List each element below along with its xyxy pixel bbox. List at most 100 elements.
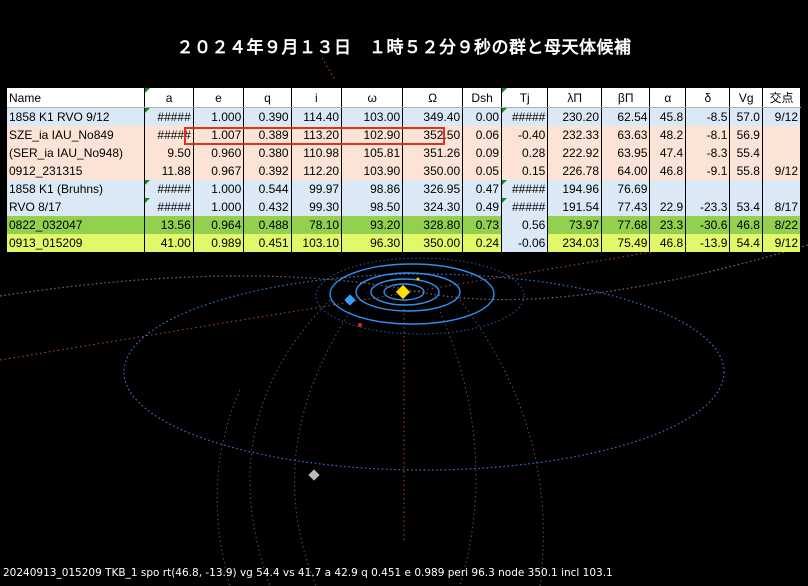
table-cell: 0.56 (501, 216, 549, 234)
table-cell: (SER_ia IAU_No948) (7, 144, 146, 162)
table-cell: 112.20 (291, 162, 343, 180)
table-cell: 73.97 (547, 216, 603, 234)
col-header: α (649, 88, 687, 108)
table-cell: 1858 K1 RVO 9/12 (7, 107, 146, 126)
table-cell: 46.8 (649, 162, 687, 180)
comet-orbit-arcs (216, 299, 544, 586)
table-cell: 1.000 (193, 180, 245, 198)
table-cell: 96.30 (341, 234, 404, 252)
table-cell: 350.00 (402, 234, 464, 252)
table-cell: -13.9 (685, 234, 731, 252)
table-cell: -0.40 (501, 126, 549, 144)
table-cell: 0.989 (193, 234, 245, 252)
table-cell: 0912_231315 (7, 162, 146, 180)
table-cell: 41.00 (144, 234, 194, 252)
table-cell: 9/12 (762, 234, 802, 252)
table-cell: RVO 8/17 (7, 198, 146, 216)
meteoroid-orbit (315, 257, 525, 335)
table-cell: 102.90 (341, 126, 404, 144)
table-row: 0822_032047 13.56 0.964 0.488 78.10 93.20 328.… (7, 216, 802, 234)
table-cell: 46.8 (649, 234, 687, 252)
table-cell: 114.40 (291, 107, 343, 126)
table-cell: 0.06 (462, 126, 503, 144)
table-cell: 232.33 (547, 126, 603, 144)
comet-position-marker (308, 469, 320, 481)
table-cell: 99.97 (291, 180, 343, 198)
table-header-row: Name a e q i ω Ω Dsh Tj λΠ βΠ α δ Vg 交点 (7, 88, 802, 108)
table-cell: 1.007 (193, 126, 245, 144)
table-cell: 8/17 (762, 198, 802, 216)
col-header: Ω (402, 88, 464, 108)
table-cell: 55.4 (729, 144, 763, 162)
table-cell: 103.90 (341, 162, 404, 180)
table-cell: 110.98 (291, 144, 343, 162)
table-cell: 8/22 (762, 216, 802, 234)
table-cell: 0.49 (462, 198, 503, 216)
earth-marker (344, 294, 356, 306)
table-cell: -30.6 (685, 216, 731, 234)
col-header: Vg (729, 88, 763, 108)
inner-orbits (329, 263, 495, 325)
col-header: q (243, 88, 292, 108)
table-cell: 62.54 (601, 107, 651, 126)
table-cell (762, 126, 802, 144)
table-cell (685, 180, 731, 198)
col-header: e (193, 88, 245, 108)
table-cell: ##### (144, 198, 194, 216)
table-cell: 53.4 (729, 198, 763, 216)
table-cell: 0.15 (501, 162, 549, 180)
table-cell: 77.43 (601, 198, 651, 216)
col-header: βΠ (601, 88, 651, 108)
table-cell: 0.00 (462, 107, 503, 126)
table-cell: 64.00 (601, 162, 651, 180)
table-cell: 54.4 (729, 234, 763, 252)
table-cell: 0822_032047 (7, 216, 146, 234)
table-cell: 0.451 (243, 234, 292, 252)
table-cell: -0.06 (501, 234, 549, 252)
sun-marker (395, 284, 411, 300)
col-header: Name (7, 88, 146, 108)
col-header: a (144, 88, 194, 108)
table-cell (649, 180, 687, 198)
table-cell: 0.544 (243, 180, 292, 198)
table-cell: 23.3 (649, 216, 687, 234)
table-cell: ##### (144, 107, 194, 126)
table-cell: 0.05 (462, 162, 503, 180)
table-cell: 1.000 (193, 107, 245, 126)
col-header: 交点 (762, 88, 802, 108)
table-cell: 0.392 (243, 162, 292, 180)
table-cell: 45.8 (649, 107, 687, 126)
table-cell: 63.63 (601, 126, 651, 144)
col-header: Tj (501, 88, 549, 108)
table-cell: 56.9 (729, 126, 763, 144)
table-cell: 0.380 (243, 144, 292, 162)
table-cell: 0.73 (462, 216, 503, 234)
table-cell: 48.2 (649, 126, 687, 144)
table-row: 1858 K1 (Bruhns) ##### 1.000 0.544 99.97 98.8… (7, 180, 802, 198)
table-cell: 351.26 (402, 144, 464, 162)
col-header: ω (341, 88, 404, 108)
col-header: λΠ (547, 88, 603, 108)
col-header: Dsh (462, 88, 503, 108)
page-title: ２０２４年９月１３日 １時５２分９秒の群と母天体候補 (176, 38, 632, 58)
table-cell: 0.24 (462, 234, 503, 252)
table-cell: 230.20 (547, 107, 603, 126)
table-cell: ##### (501, 198, 549, 216)
table-cell (762, 180, 802, 198)
table-row: (SER_ia IAU_No948) 9.50 0.960 0.380 110.98 10… (7, 144, 802, 162)
col-header: δ (685, 88, 731, 108)
table-row: SZE_ia IAU_No849 ##### 1.007 0.389 113.20 102… (7, 126, 802, 144)
table-cell: 0.47 (462, 180, 503, 198)
table-cell: 55.8 (729, 162, 763, 180)
table-cell: 191.54 (547, 198, 603, 216)
table-cell: 0.432 (243, 198, 292, 216)
table-cell (729, 180, 763, 198)
table-row: 1858 K1 RVO 9/12 ##### 1.000 0.390 114.40 103… (7, 107, 802, 126)
table-cell: 0.967 (193, 162, 245, 180)
radiant-marker (358, 323, 362, 327)
table-cell: 98.86 (341, 180, 404, 198)
table-cell: 324.30 (402, 198, 464, 216)
table-cell: 76.69 (601, 180, 651, 198)
table-cell: 328.80 (402, 216, 464, 234)
table-row: 0913_015209 41.00 0.989 0.451 103.10 96.30 350… (7, 234, 802, 252)
